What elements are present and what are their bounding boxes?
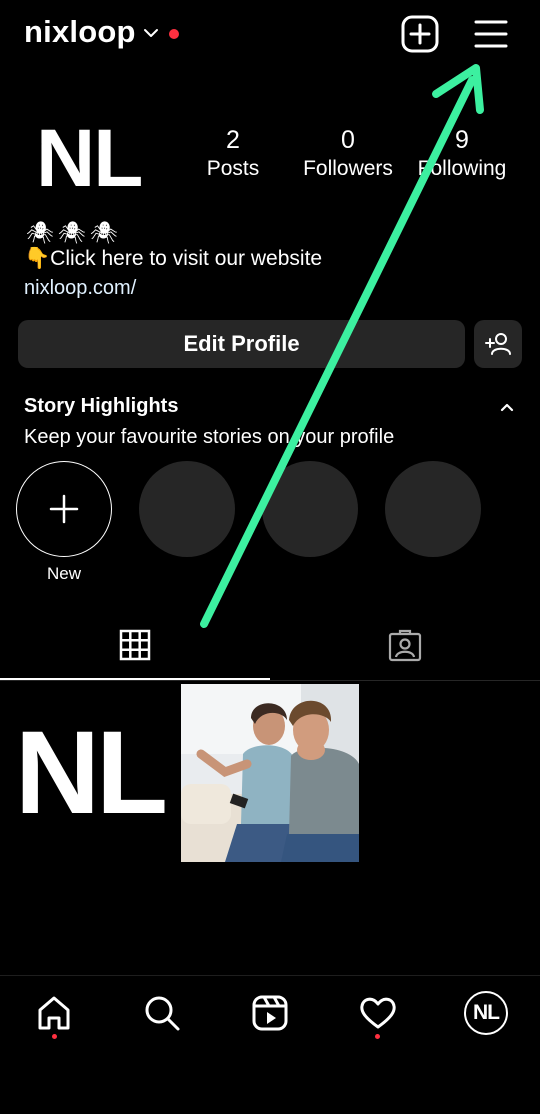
- post-thumbnail[interactable]: NL: [0, 684, 179, 862]
- nav-home[interactable]: [29, 988, 79, 1038]
- plus-icon: [49, 494, 79, 524]
- nav-profile-avatar-text: NL: [473, 1001, 500, 1024]
- stat-following-value: 9: [455, 126, 469, 154]
- new-highlight-button[interactable]: [16, 461, 112, 557]
- discover-people-button[interactable]: [474, 320, 522, 368]
- tabs-divider: [0, 680, 540, 681]
- stat-followers-value: 0: [341, 126, 355, 154]
- search-icon: [145, 996, 180, 1031]
- menu-icon[interactable]: [470, 16, 512, 52]
- activity-notification-dot: [375, 1034, 380, 1039]
- bio-text: 👇Click here to visit our website: [24, 247, 323, 270]
- highlight-placeholder: [385, 461, 481, 557]
- chevron-down-icon[interactable]: [142, 24, 160, 42]
- new-highlight-label: New: [46, 564, 81, 583]
- post-thumbnail[interactable]: [181, 684, 359, 862]
- edit-profile-label: Edit Profile: [183, 331, 300, 356]
- grid-icon: [119, 629, 151, 661]
- stat-followers[interactable]: 0 Followers: [293, 126, 403, 181]
- post-photo-couple: [181, 684, 359, 862]
- highlight-placeholder: [262, 461, 358, 557]
- reels-icon: [252, 995, 288, 1031]
- profile-avatar[interactable]: NL: [36, 112, 143, 206]
- stat-following[interactable]: 9 Following: [407, 126, 517, 181]
- highlights-subtitle: Keep your favourite stories on your prof…: [24, 426, 395, 448]
- stat-following-label: Following: [417, 157, 507, 180]
- heart-icon: [360, 997, 396, 1029]
- nav-divider: [0, 975, 540, 976]
- nav-profile-avatar: NL: [464, 991, 508, 1035]
- highlight-placeholder: [139, 461, 235, 557]
- stat-followers-label: Followers: [303, 157, 393, 180]
- home-icon: [38, 996, 70, 1030]
- nav-reels[interactable]: [245, 988, 295, 1038]
- tab-posts-grid[interactable]: [0, 612, 270, 680]
- bio-link[interactable]: nixloop.com/: [24, 277, 136, 300]
- nav-search[interactable]: [137, 988, 187, 1038]
- nav-activity[interactable]: [353, 988, 403, 1038]
- new-post-icon[interactable]: [400, 14, 440, 54]
- chevron-up-icon[interactable]: [498, 398, 516, 416]
- nav-profile[interactable]: NL: [461, 988, 511, 1038]
- stat-posts-value: 2: [226, 126, 240, 154]
- bio-emojis: 🕷🕷🕷: [26, 220, 122, 245]
- home-notification-dot: [52, 1034, 57, 1039]
- account-username[interactable]: nixloop: [24, 14, 136, 50]
- tagged-person-icon: [388, 629, 422, 662]
- tab-tagged[interactable]: [270, 612, 540, 680]
- highlights-title: Story Highlights: [24, 395, 179, 417]
- edit-profile-button[interactable]: Edit Profile: [18, 320, 465, 368]
- add-person-icon: [485, 333, 511, 355]
- post-1-logo-text: NL: [14, 707, 168, 839]
- notification-dot: [169, 29, 179, 39]
- stat-posts[interactable]: 2 Posts: [178, 126, 288, 181]
- stat-posts-label: Posts: [206, 157, 260, 180]
